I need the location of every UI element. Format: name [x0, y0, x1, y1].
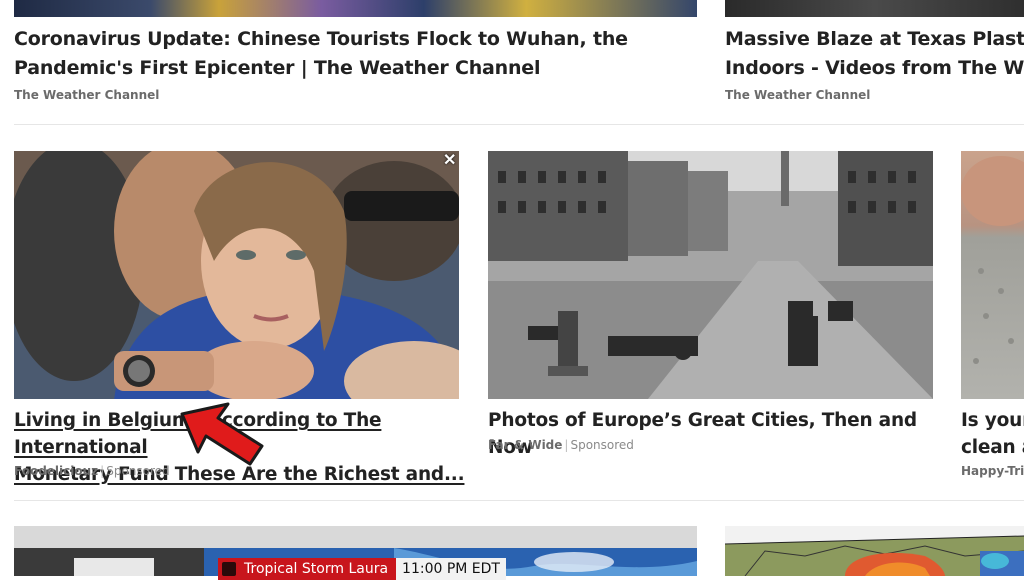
article-headline-europe[interactable]: Photos of Europe’s Great Cities, Then an…: [488, 407, 948, 461]
sponsored-label: Sponsored: [570, 438, 634, 452]
article-headline-blaze[interactable]: Massive Blaze at Texas Plastics Indoors …: [725, 25, 1024, 83]
ticker-label: Tropical Storm Laura: [218, 558, 397, 580]
headline-line[interactable]: Photos of Europe’s Great Cities, Then an…: [488, 407, 948, 461]
hurricane-map: [725, 526, 1024, 576]
article-headline-cleaning[interactable]: Is your clean a: [961, 407, 1024, 461]
sponsored-label: Sponsored: [106, 464, 170, 478]
red-pointer-arrow-icon: [176, 400, 266, 470]
article-thumbnail-map[interactable]: [725, 526, 1024, 576]
close-icon[interactable]: ✕: [443, 153, 456, 169]
headline-line[interactable]: Massive Blaze at Texas Plastics: [725, 25, 1024, 54]
article-source-line: Foodeliciouz | Sponsored: [14, 464, 170, 478]
headline-line[interactable]: Is your: [961, 407, 1024, 434]
article-thumbnail-blaze[interactable]: [725, 0, 1024, 17]
ticker-bar: Tropical Storm Laura 11:00 PM EDT: [218, 558, 506, 580]
article-source-line: Far & Wide | Sponsored: [488, 438, 634, 452]
article-source: Far & Wide: [488, 438, 563, 452]
headline-line[interactable]: Indoors - Videos from The We: [725, 54, 1024, 83]
cleaning-photo: [961, 156, 1024, 364]
row-divider: [14, 124, 1024, 125]
article-source: The Weather Channel: [14, 88, 160, 102]
headline-line[interactable]: clean a: [961, 434, 1024, 461]
article-source: Happy-Tri: [961, 464, 1024, 478]
article-thumbnail-europe[interactable]: [488, 151, 933, 399]
source-separator: |: [100, 464, 105, 478]
headline-line[interactable]: Coronavirus Update: Chinese Tourists Flo…: [14, 25, 704, 54]
article-thumbnail-cleaning[interactable]: [961, 151, 1024, 399]
article-thumbnail-belgium[interactable]: [14, 151, 459, 399]
ticker-time: 11:00 PM EDT: [396, 558, 506, 580]
row-divider: [14, 500, 1024, 501]
city-street-photo: [488, 151, 933, 399]
article-headline-wuhan[interactable]: Coronavirus Update: Chinese Tourists Flo…: [14, 25, 704, 83]
ticker-logo-icon: [222, 562, 236, 576]
article-source: The Weather Channel: [725, 88, 871, 102]
headline-line[interactable]: Pandemic's First Epicenter | The Weather…: [14, 54, 704, 83]
article-source: Foodeliciouz: [14, 464, 99, 478]
article-thumbnail-wuhan[interactable]: [14, 0, 697, 17]
crowd-photo: [14, 151, 459, 399]
